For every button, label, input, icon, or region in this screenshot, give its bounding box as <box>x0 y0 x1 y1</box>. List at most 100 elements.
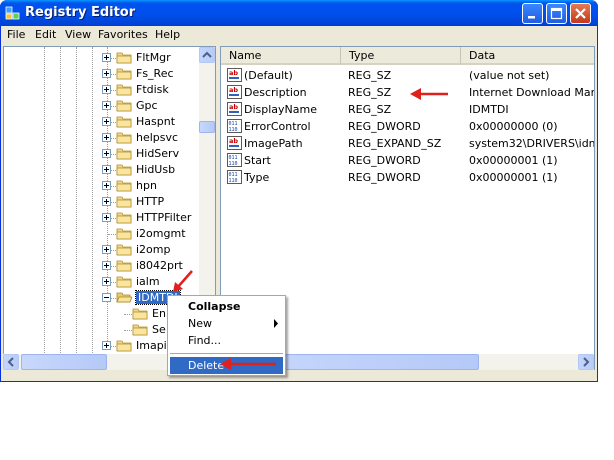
expand-icon[interactable] <box>102 101 111 110</box>
tree-item-label: En <box>152 307 166 320</box>
folder-icon <box>116 244 132 256</box>
value-data: (value not set) <box>469 69 550 82</box>
close-icon <box>575 8 586 19</box>
string-value-icon: ab <box>227 85 242 99</box>
value-name: Description <box>244 86 307 99</box>
window-title: Registry Editor <box>25 5 136 20</box>
menu-help[interactable]: Help <box>155 28 180 41</box>
registry-editor-window: Registry Editor File Edit View Favorites… <box>0 0 598 382</box>
folder-icon <box>116 116 132 128</box>
expand-icon[interactable] <box>102 53 111 62</box>
menu-bar: File Edit View Favorites Help <box>3 26 595 46</box>
tree-item-fs_rec[interactable]: Fs_Rec <box>4 66 200 82</box>
tree-item-i2omp[interactable]: i2omp <box>4 242 200 258</box>
tree-item-label: hpn <box>136 179 157 192</box>
tree-item-label: HTTPFilter <box>136 211 192 224</box>
value-data: IDMTDI <box>469 103 509 116</box>
minimize-icon <box>528 16 535 19</box>
expand-icon[interactable] <box>102 341 111 350</box>
folder-open-icon <box>116 292 132 303</box>
tree-item-fltmgr[interactable]: FltMgr <box>4 50 200 66</box>
tree-item-hidusb[interactable]: HidUsb <box>4 162 200 178</box>
scroll-up-button[interactable] <box>199 47 215 63</box>
annotation-arrow-icon <box>173 270 193 292</box>
expand-icon[interactable] <box>102 261 111 270</box>
tree-item-label: HTTP <box>136 195 165 208</box>
tree-item-ftdisk[interactable]: Ftdisk <box>4 82 200 98</box>
value-row[interactable]: ab (Default) REG_SZ (value not set) <box>221 67 594 84</box>
menu-edit[interactable]: Edit <box>35 28 56 41</box>
scroll-right-button[interactable] <box>578 354 594 370</box>
folder-icon <box>116 132 132 144</box>
expand-icon[interactable] <box>102 213 111 222</box>
dword-value-icon: 011110 <box>227 119 242 133</box>
value-row[interactable]: ab ImagePath REG_EXPAND_SZ system32\DRIVERS… <box>221 135 594 152</box>
expand-icon[interactable] <box>102 245 111 254</box>
tree-item-label: Gpc <box>136 99 158 112</box>
annotation-arrow-icon <box>220 358 276 370</box>
tree-item-label: Haspnt <box>136 115 176 128</box>
column-header-type[interactable]: Type <box>341 47 461 65</box>
tree-item-httpfilter[interactable]: HTTPFilter <box>4 210 200 226</box>
value-type: REG_SZ <box>348 103 392 116</box>
registry-icon <box>5 6 20 20</box>
expand-icon[interactable] <box>102 277 111 286</box>
string-value-icon: ab <box>227 68 242 82</box>
value-name: Start <box>244 154 271 167</box>
expand-icon[interactable] <box>102 69 111 78</box>
menu-file[interactable]: File <box>7 28 25 41</box>
menu-favorites[interactable]: Favorites <box>98 28 148 41</box>
annotation-arrow-icon <box>410 88 448 100</box>
expand-icon[interactable] <box>102 133 111 142</box>
close-button[interactable] <box>570 3 591 24</box>
svg-text:ab: ab <box>229 137 238 145</box>
value-row[interactable]: ab DisplayName REG_SZ IDMTDI <box>221 101 594 118</box>
column-header-name[interactable]: Name <box>221 47 341 65</box>
expand-icon[interactable] <box>102 197 111 206</box>
tree-item-http[interactable]: HTTP <box>4 194 200 210</box>
context-menu-collapse[interactable]: Collapse <box>170 298 283 315</box>
tree-item-label: Fs_Rec <box>136 67 174 80</box>
svg-text:ab: ab <box>229 103 238 111</box>
context-menu-new[interactable]: New <box>170 315 283 332</box>
tree-item-hidserv[interactable]: HidServ <box>4 146 200 162</box>
column-header-data[interactable]: Data <box>461 47 594 65</box>
tree-item-gpc[interactable]: Gpc <box>4 98 200 114</box>
value-row[interactable]: 011 110 ErrorControl REG_DWORD 0x00000000 (0… <box>221 118 594 135</box>
chevron-up-icon <box>202 51 212 58</box>
expand-icon[interactable] <box>102 149 111 158</box>
tree-connector <box>124 314 132 315</box>
collapse-icon[interactable] <box>102 293 111 302</box>
expand-icon[interactable] <box>102 85 111 94</box>
tree-item-helpsvc[interactable]: helpsvc <box>4 130 200 146</box>
tree-item-label: Imapi <box>136 339 167 352</box>
context-menu-find[interactable]: Find... <box>170 332 283 349</box>
folder-icon <box>116 228 132 240</box>
folder-icon <box>116 180 132 192</box>
svg-text:ab: ab <box>229 86 238 94</box>
value-row[interactable]: 011 110 Type REG_DWORD 0x00000001 (1) <box>221 169 594 186</box>
tree-item-label: helpsvc <box>136 131 179 144</box>
svg-text:ab: ab <box>229 69 238 77</box>
value-type: REG_EXPAND_SZ <box>348 137 442 150</box>
expand-icon[interactable] <box>102 165 111 174</box>
tree-item-hpn[interactable]: hpn <box>4 178 200 194</box>
tree-connector <box>124 330 132 331</box>
maximize-icon <box>550 7 563 20</box>
folder-icon <box>116 260 132 272</box>
scroll-thumb[interactable] <box>199 121 215 133</box>
maximize-button[interactable] <box>546 3 567 24</box>
value-row[interactable]: 011 110 Start REG_DWORD 0x00000001 (1) <box>221 152 594 169</box>
folder-icon <box>116 148 132 160</box>
tree-item-label: FltMgr <box>136 51 171 64</box>
folder-icon <box>132 324 148 336</box>
expand-icon[interactable] <box>102 181 111 190</box>
menu-view[interactable]: View <box>65 28 91 41</box>
tree-item-haspnt[interactable]: Haspnt <box>4 114 200 130</box>
tree-item-i2omgmt[interactable]: i2omgmt <box>4 226 200 242</box>
scroll-thumb[interactable] <box>21 354 107 370</box>
scroll-left-button[interactable] <box>3 354 19 370</box>
expand-icon[interactable] <box>102 117 111 126</box>
title-bar[interactable]: Registry Editor <box>0 0 598 26</box>
minimize-button[interactable] <box>522 3 543 24</box>
